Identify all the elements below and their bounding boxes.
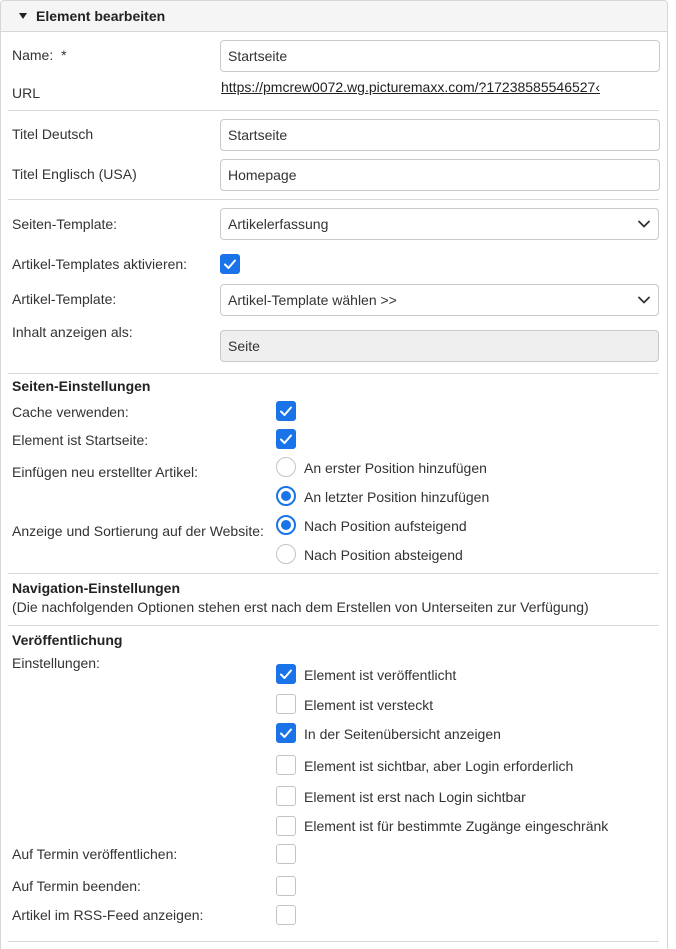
restricted-access-label: Element ist für bestimmte Zugänge einges… (304, 818, 609, 834)
hidden-checkbox[interactable] (276, 694, 296, 714)
after-login-label: Element ist erst nach Login sichtbar (304, 789, 526, 805)
after-login-checkbox[interactable] (276, 786, 296, 806)
schedule-end-label: Auf Termin beenden: (12, 878, 141, 894)
published-label: Element ist veröffentlicht (304, 667, 457, 683)
divider (8, 110, 659, 111)
article-templates-label: Artikel-Templates aktivieren: (12, 256, 188, 272)
rss-checkbox[interactable] (276, 905, 296, 925)
sort-asc-label: Nach Position aufsteigend (304, 518, 467, 534)
article-templates-checkbox[interactable] (220, 254, 240, 274)
content-as-value: Seite (228, 338, 260, 354)
name-input[interactable] (220, 40, 660, 72)
check-icon (224, 259, 236, 269)
title-de-label: Titel Deutsch (12, 126, 94, 142)
cache-checkbox[interactable] (276, 401, 296, 421)
schedule-end-checkbox[interactable] (276, 876, 296, 896)
article-template-select[interactable]: Artikel-Template wählen >> (220, 284, 659, 316)
page-template-value: Artikelerfassung (228, 216, 329, 232)
required-marker: * (61, 47, 67, 63)
navigation-note: (Die nachfolgenden Optionen stehen erst … (12, 599, 589, 615)
page-template-select[interactable]: Artikelerfassung (220, 208, 659, 240)
insert-last-label: An letzter Position hinzufügen (304, 489, 490, 505)
insert-label: Einfügen neu erstellter Artikel: (12, 464, 198, 480)
sort-asc-radio[interactable] (276, 515, 296, 535)
content-as-label: Inhalt anzeigen als: (12, 324, 133, 340)
check-icon (280, 669, 292, 679)
hidden-label: Element ist versteckt (304, 697, 434, 713)
page-settings-title: Seiten-Einstellungen (12, 378, 151, 394)
title-en-input[interactable] (220, 159, 660, 191)
divider (8, 373, 659, 374)
divider (8, 941, 659, 942)
article-template-label: Artikel-Template: (12, 291, 117, 307)
article-template-value: Artikel-Template wählen >> (228, 292, 397, 308)
published-checkbox[interactable] (276, 664, 296, 684)
restricted-access-checkbox[interactable] (276, 816, 296, 836)
sort-desc-radio[interactable] (276, 544, 296, 564)
insert-last-radio[interactable] (276, 486, 296, 506)
schedule-publish-label: Auf Termin veröffentlichen: (12, 846, 178, 862)
panel-header[interactable]: Element bearbeiten (1, 1, 667, 32)
check-icon (280, 728, 292, 738)
startpage-label: Element ist Startseite: (12, 432, 149, 448)
publication-settings-label: Einstellungen: (12, 655, 100, 671)
divider (8, 625, 659, 626)
divider (8, 573, 659, 574)
schedule-publish-checkbox[interactable] (276, 844, 296, 864)
chevron-down-icon (638, 220, 650, 228)
navigation-settings-title: Navigation-Einstellungen (12, 580, 181, 596)
title-de-input[interactable] (220, 119, 660, 151)
sort-desc-label: Nach Position absteigend (304, 547, 463, 563)
sort-label: Anzeige und Sortierung auf der Website: (12, 523, 264, 539)
cache-label: Cache verwenden: (12, 404, 129, 420)
divider (8, 199, 659, 200)
check-icon (280, 406, 292, 416)
page-template-label: Seiten-Template: (12, 216, 118, 232)
visible-login-label: Element ist sichtbar, aber Login erforde… (304, 758, 574, 774)
title-en-label: Titel Englisch (USA) (12, 166, 137, 182)
rss-label: Artikel im RSS-Feed anzeigen: (12, 907, 204, 923)
chevron-down-icon (638, 296, 650, 304)
insert-first-radio[interactable] (276, 457, 296, 477)
url-link[interactable]: https://pmcrew0072.wg.picturemaxx.com/?1… (221, 79, 611, 95)
panel-title: Element bearbeiten (36, 8, 166, 24)
collapse-caret-icon[interactable] (19, 13, 27, 19)
overview-label: In der Seitenübersicht anzeigen (304, 726, 501, 742)
visible-login-checkbox[interactable] (276, 755, 296, 775)
publication-title: Veröffentlichung (12, 632, 123, 648)
overview-checkbox[interactable] (276, 723, 296, 743)
content-as-field: Seite (220, 330, 659, 362)
url-label: URL (12, 85, 41, 101)
check-icon (280, 434, 292, 444)
name-label: Name: * (12, 47, 67, 63)
startpage-checkbox[interactable] (276, 429, 296, 449)
insert-first-label: An erster Position hinzufügen (304, 460, 487, 476)
